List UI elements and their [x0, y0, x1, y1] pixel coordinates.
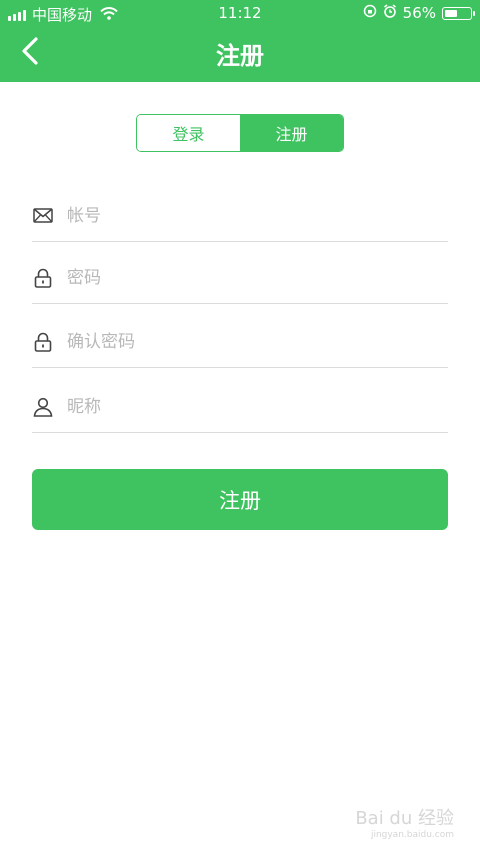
- tab-login[interactable]: 登录: [137, 115, 240, 151]
- confirm-password-field: [32, 316, 448, 368]
- page-title: 注册: [216, 42, 264, 70]
- confirm-password-input[interactable]: [65, 330, 448, 353]
- alarm-icon: [383, 4, 397, 22]
- password-input[interactable]: [65, 266, 448, 289]
- rotation-lock-icon: [363, 4, 377, 22]
- lock-icon: [32, 331, 54, 353]
- nickname-field: [32, 381, 448, 433]
- register-submit-button[interactable]: 注册: [32, 469, 448, 530]
- nickname-input[interactable]: [65, 395, 448, 418]
- user-icon: [32, 396, 54, 418]
- login-register-toggle: 登录 注册: [136, 114, 344, 152]
- password-field: [32, 252, 448, 304]
- account-input[interactable]: [65, 204, 448, 227]
- mail-icon: [32, 205, 54, 227]
- watermark-brand: Bai du 经验: [355, 808, 454, 829]
- app-header: 中国移动 11:12 56% 注册: [0, 0, 480, 82]
- watermark: Bai du 经验 jingyan.baidu.com: [355, 804, 454, 840]
- watermark-url: jingyan.baidu.com: [370, 830, 454, 840]
- battery-icon: [442, 6, 475, 20]
- account-field: [32, 190, 448, 242]
- status-bar: 中国移动 11:12 56%: [0, 0, 480, 26]
- battery-percent: 56%: [402, 4, 436, 22]
- lock-icon: [32, 267, 54, 289]
- tab-register[interactable]: 注册: [240, 115, 343, 151]
- status-right: 56%: [363, 4, 475, 22]
